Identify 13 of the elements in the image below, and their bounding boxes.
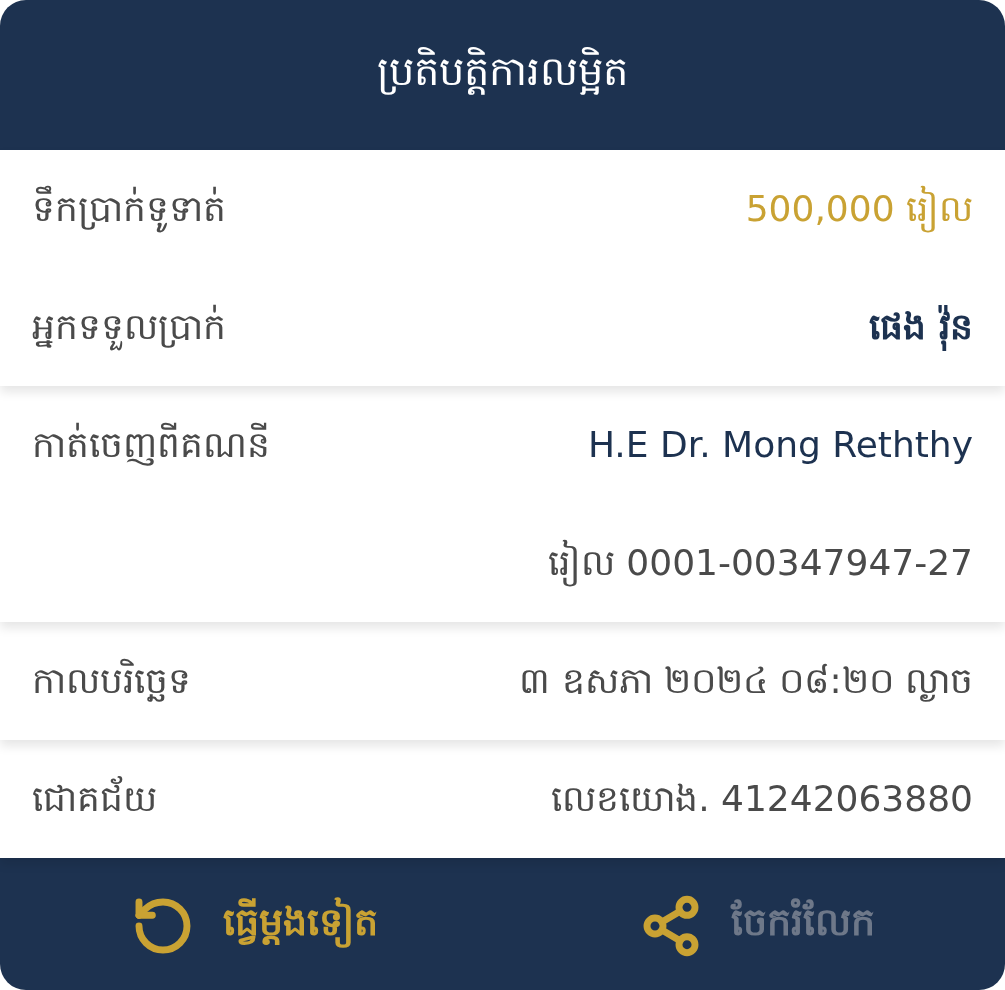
field-label: កាលបរិច្ឆេទ	[32, 657, 191, 704]
field-value: 500,000 រៀល	[745, 150, 973, 268]
retry-button[interactable]: ធ្វើម្តងទៀត	[130, 893, 378, 958]
page-title: ប្រតិបត្តិការលម្អិត	[377, 46, 628, 97]
field-value: ៣ ឧសភា ២០២៤ ០៨:២០ ល្ងាច	[519, 659, 973, 704]
field-label: កាត់ចេញពីគណនី	[32, 421, 270, 468]
field-label: ទឹកប្រាក់ទូទាត់	[32, 150, 226, 268]
field-value: ផេង វ៉ុន	[869, 268, 973, 386]
field-label: អ្នកទទួលប្រាក់	[32, 268, 226, 386]
field-label: ជោគជ័យ	[32, 775, 157, 821]
field-value: លេខយោង. 41242063880	[551, 777, 973, 821]
field-value: H.E Dr. Mong Reththy	[587, 423, 973, 467]
field-value: រៀល 0001-00347947-27	[547, 504, 973, 622]
